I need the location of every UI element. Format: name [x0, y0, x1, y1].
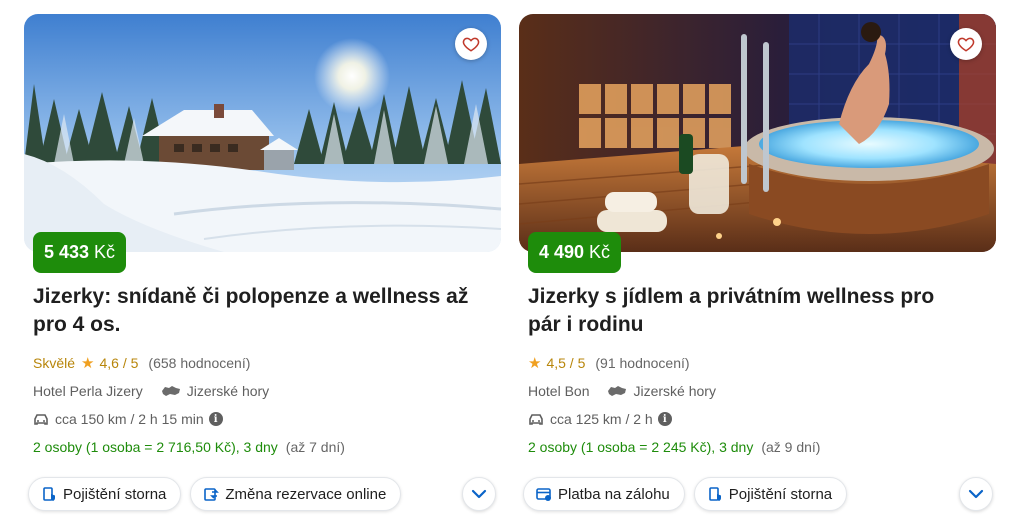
- heart-icon: [957, 37, 975, 52]
- chevron-down-icon: [471, 489, 487, 499]
- stay-persons: 2 osoby (1 osoba = 2 245 Kč), 3 dny: [528, 439, 754, 455]
- expand-button[interactable]: [959, 477, 993, 511]
- stay-max-days: (až 7 dní): [285, 439, 345, 455]
- star-icon: ★: [528, 355, 542, 372]
- offer-photo[interactable]: [24, 14, 501, 252]
- favorite-button[interactable]: [950, 28, 982, 60]
- price-value: 4 490: [539, 242, 585, 262]
- chip-insurance[interactable]: Pojištění storna: [693, 477, 848, 511]
- price-badge: 5 433 Kč: [33, 232, 127, 273]
- offer-title[interactable]: Jizerky: snídaně či polopenze a wellness…: [33, 283, 473, 339]
- chip-change-reservation[interactable]: Změna rezervace online: [190, 477, 402, 511]
- expand-button[interactable]: [462, 477, 496, 511]
- chip-label: Pojištění storna: [63, 485, 167, 503]
- stay-persons: 2 osoby (1 osoba = 2 716,50 Kč), 3 dny: [33, 439, 278, 455]
- rating-row: Skvělé ★ 4,6 / 5 (658 hodnocení): [33, 349, 501, 377]
- travel-distance: cca 150 km / 2 h 15 min: [55, 411, 204, 427]
- travel-row: cca 125 km / 2 h i: [528, 405, 996, 433]
- insurance-icon: [43, 487, 55, 501]
- info-icon[interactable]: i: [657, 412, 672, 426]
- hotel-name: Hotel Perla Jizery: [33, 383, 143, 399]
- rating-score: 4,5 / 5: [546, 355, 586, 371]
- region-name: Jizerské hory: [633, 383, 716, 399]
- chip-label: Změna rezervace online: [225, 485, 387, 503]
- czech-map-icon: [161, 386, 180, 396]
- czech-map-icon: [608, 386, 627, 396]
- insurance-icon: [708, 487, 721, 501]
- travel-distance: cca 125 km / 2 h: [550, 411, 653, 427]
- star-icon: ★: [81, 355, 95, 372]
- chip-deposit-payment[interactable]: Platba na zálohu: [523, 477, 685, 511]
- hotel-name: Hotel Bon: [528, 383, 590, 399]
- chip-label: Pojištění storna: [728, 485, 833, 503]
- favorite-button[interactable]: [455, 28, 487, 60]
- price-badge: 4 490 Kč: [528, 232, 622, 273]
- price-currency: Kč: [589, 242, 611, 262]
- info-icon[interactable]: i: [208, 412, 223, 426]
- wellness-whirlpool-photo: [519, 14, 996, 252]
- hotel-row: Hotel Perla Jizery Jizerské hory: [33, 377, 501, 405]
- price-currency: Kč: [94, 242, 116, 262]
- offer-card[interactable]: 4 490 Kč Jizerky s jídlem a privátním we…: [519, 14, 996, 512]
- offer-card[interactable]: 5 433 Kč Jizerky: snídaně či polopenze a…: [24, 14, 501, 512]
- price-value: 5 433: [44, 242, 90, 262]
- rating-score: 4,6 / 5: [99, 355, 139, 371]
- stay-max-days: (až 9 dní): [761, 439, 821, 455]
- stay-row: 2 osoby (1 osoba = 2 245 Kč), 3 dny (až …: [528, 433, 996, 461]
- car-icon: [34, 413, 48, 425]
- chip-insurance[interactable]: Pojištění storna: [28, 477, 182, 511]
- offer-photo[interactable]: [519, 14, 996, 252]
- feature-chips: Platba na zálohu Pojištění storna: [523, 476, 996, 512]
- heart-icon: [462, 37, 480, 52]
- chip-label: Platba na zálohu: [558, 485, 670, 503]
- stay-row: 2 osoby (1 osoba = 2 716,50 Kč), 3 dny (…: [33, 433, 501, 461]
- travel-row: cca 150 km / 2 h 15 min i: [33, 405, 501, 433]
- change-reservation-icon: [204, 488, 220, 501]
- deposit-payment-icon: [536, 488, 551, 501]
- car-icon: [529, 413, 543, 425]
- rating-row: ★ 4,5 / 5 (91 hodnocení): [528, 349, 996, 377]
- winter-hotel-photo: [24, 14, 501, 252]
- offer-title[interactable]: Jizerky s jídlem a privátním wellness pr…: [528, 283, 968, 339]
- feature-chips: Pojištění storna Změna rezervace online: [28, 476, 501, 512]
- rating-count: (658 hodnocení): [148, 355, 251, 371]
- region-name: Jizerské hory: [186, 383, 270, 399]
- hotel-row: Hotel Bon Jizerské hory: [528, 377, 996, 405]
- rating-verdict: Skvělé: [33, 355, 76, 371]
- chevron-down-icon: [968, 489, 984, 499]
- rating-count: (91 hodnocení): [595, 355, 690, 371]
